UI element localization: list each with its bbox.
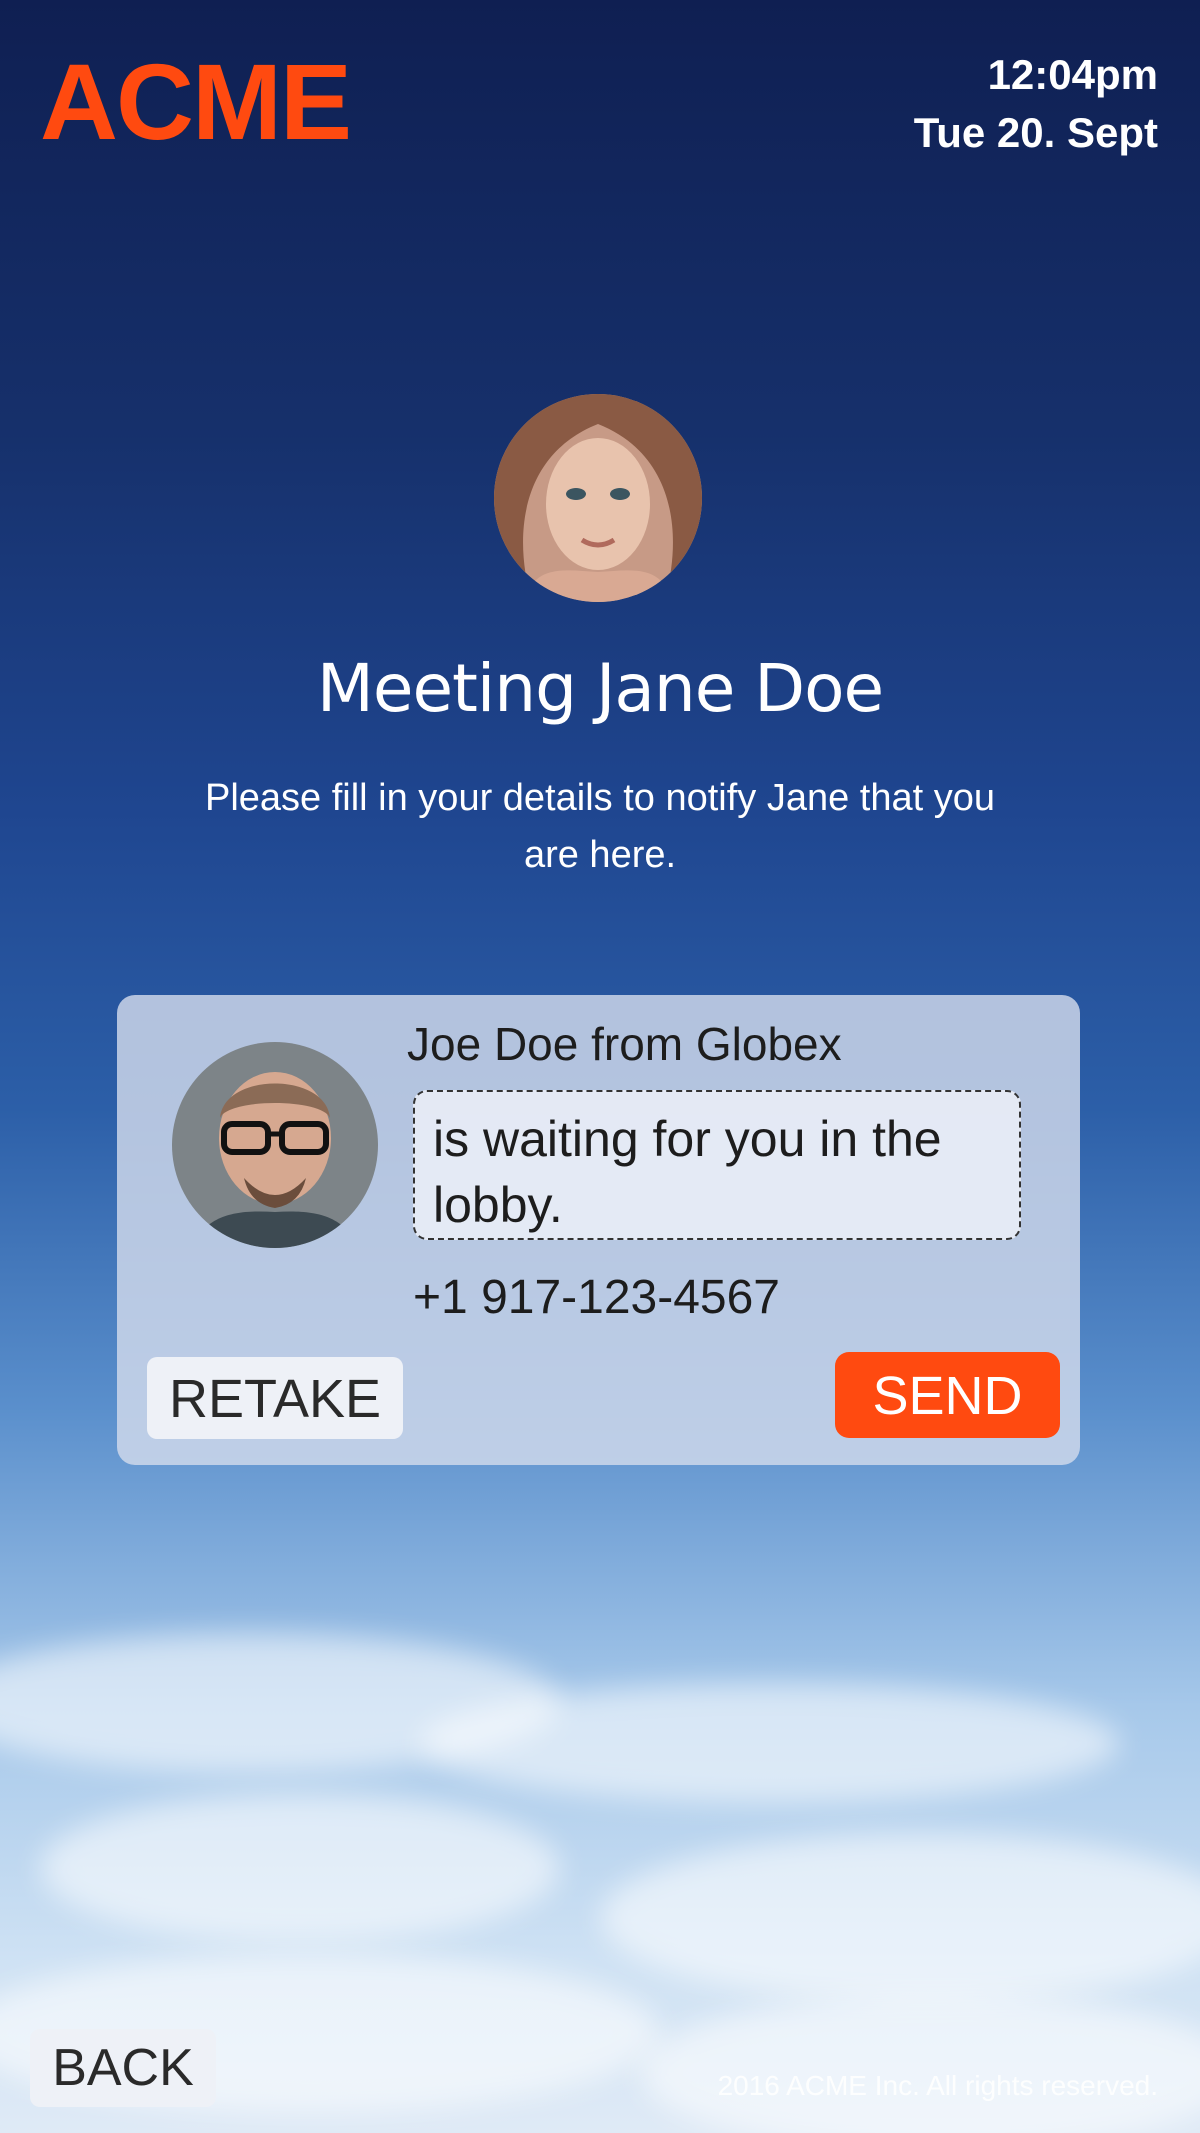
back-button[interactable]: BACK [30,2029,216,2107]
clock-date: Tue 20. Sept [913,109,1158,156]
message-field[interactable]: is waiting for you in the lobby. [413,1090,1021,1240]
host-portrait-icon [494,394,702,602]
instructions-text: Please fill in your details to notify Ja… [204,777,995,876]
phone-number: +1 917-123-4567 [413,1271,780,1324]
retake-button[interactable]: RETAKE [147,1357,403,1439]
page-title: Meeting Jane Doe [316,650,884,727]
host-avatar [494,394,702,602]
copyright-text: 2016 ACME Inc. All rights reserved. [717,2070,1158,2101]
visitor-card: Joe Doe from Globex is waiting for you i… [117,995,1080,1465]
guest-portrait-icon [172,1042,378,1248]
acme-logo: ACME [40,41,352,162]
guest-name: Joe Doe from Globex [407,1018,842,1070]
guest-avatar[interactable] [172,1042,378,1248]
send-button[interactable]: SEND [835,1352,1060,1438]
clock-time: 12:04pm [987,51,1158,98]
clock: 12:04pm Tue 20. Sept [914,46,1158,162]
